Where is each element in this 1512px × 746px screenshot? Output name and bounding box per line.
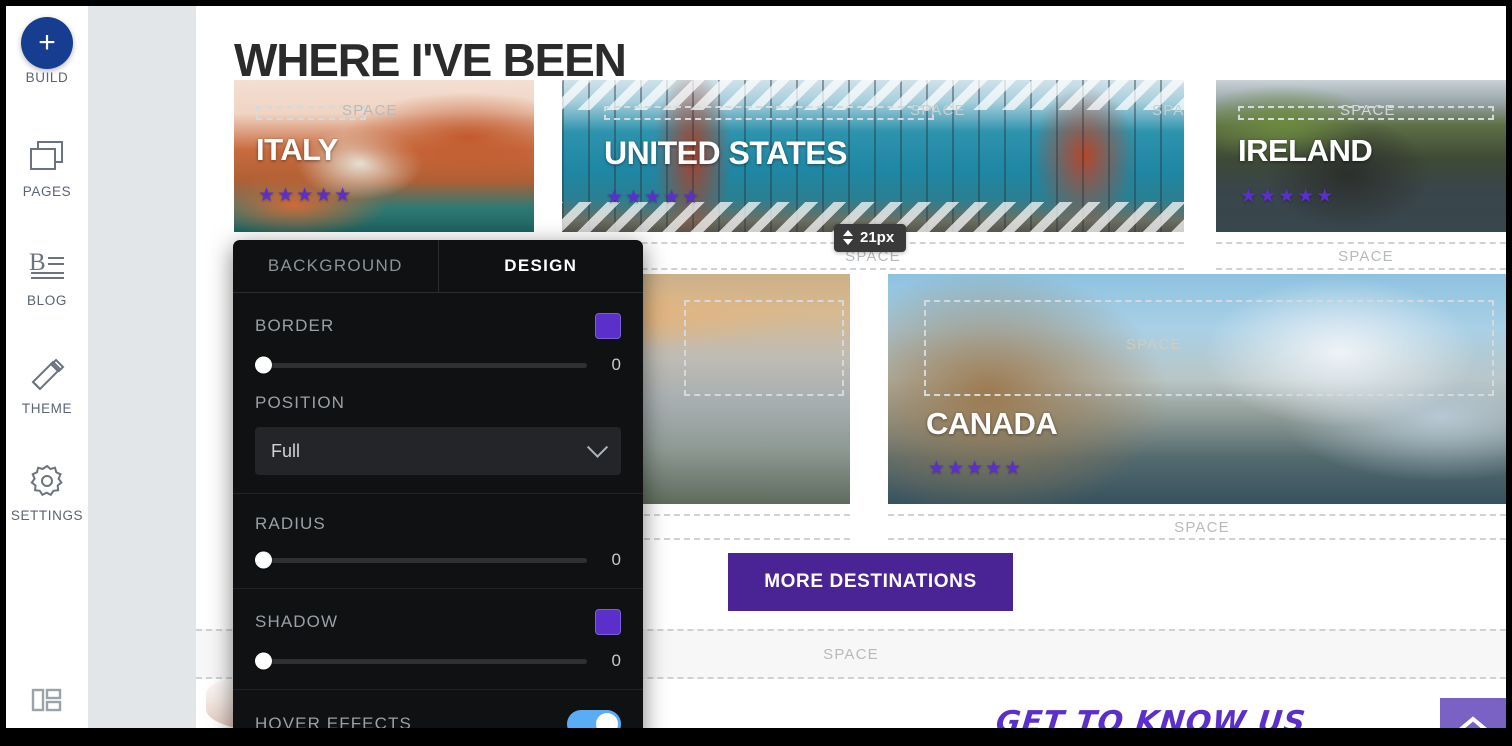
border-value: 0	[611, 355, 621, 374]
page-title: WHERE I'VE BEEN	[234, 33, 627, 86]
card-label-canada: CANADA	[926, 406, 1058, 441]
canvas-gutter	[88, 6, 196, 728]
card-stars-united-states: ★★★★★	[606, 187, 702, 208]
border-label: BORDER	[255, 316, 335, 335]
hover-effects-toggle[interactable]	[567, 710, 621, 728]
space-label: SPACE	[1338, 247, 1394, 265]
space-label: SPACE	[1340, 102, 1396, 119]
chevron-up-icon	[1458, 715, 1488, 728]
shadow-slider[interactable]: 0	[255, 651, 621, 671]
more-destinations-button[interactable]: MORE DESTINATIONS	[728, 553, 1013, 611]
space-divider: SPACE	[888, 514, 1506, 540]
card-stars-italy: ★★★★★	[258, 185, 354, 206]
card-label-italy: ITALY	[256, 132, 338, 167]
card-stars-canada: ★★★★★	[928, 458, 1024, 479]
shadow-slider-knob[interactable]	[255, 652, 272, 670]
browser-frame: + BUILD PAGES B BLOG THEME SETTINGS WHER…	[0, 0, 1512, 746]
theme-icon	[6, 351, 88, 397]
space-label: SPACE	[1126, 336, 1182, 353]
shadow-slider-track[interactable]	[255, 652, 587, 670]
space-divider: SPACE	[1216, 242, 1506, 270]
shadow-color-swatch[interactable]	[595, 609, 621, 635]
radius-slider[interactable]: 0	[255, 550, 621, 570]
section-border: BORDER 0 POSITION Full	[233, 293, 643, 494]
scroll-to-top-button[interactable]	[1440, 698, 1506, 728]
footer-heading: GET TO KNOW US	[994, 705, 1308, 728]
card-stars-ireland: ★★★★★	[1240, 186, 1336, 207]
tab-background[interactable]: BACKGROUND	[233, 240, 438, 292]
destination-card-ireland[interactable]: IRELAND ★★★★★ SPACE	[1216, 80, 1506, 232]
svg-text:B: B	[29, 249, 46, 276]
position-label: POSITION	[255, 393, 346, 412]
sidebar-item-settings[interactable]: SETTINGS	[6, 458, 88, 523]
panel-tab-bar: BACKGROUND DESIGN	[233, 240, 643, 293]
pages-icon	[6, 134, 88, 180]
sidebar-item-label-theme: THEME	[21, 401, 73, 416]
sidebar-item-theme[interactable]: THEME	[6, 351, 88, 416]
sidebar-item-label-pages: PAGES	[22, 184, 72, 199]
border-slider-track[interactable]	[255, 356, 587, 374]
resize-size-value: 21px	[860, 229, 895, 246]
section-shadow: SHADOW 0	[233, 589, 643, 690]
card-label-ireland: IRELAND	[1238, 133, 1373, 168]
space-label: SPACE	[823, 645, 879, 663]
plus-icon: +	[6, 17, 88, 69]
up-down-arrows-icon	[843, 230, 853, 245]
radius-value: 0	[611, 550, 621, 569]
space-label: SPACE	[342, 102, 398, 119]
card-label-united-states: UNITED STATES	[604, 135, 847, 171]
resize-handle-top[interactable]	[562, 80, 1184, 110]
border-color-swatch[interactable]	[595, 313, 621, 339]
shadow-label: SHADOW	[255, 612, 339, 631]
radius-label: RADIUS	[255, 514, 326, 533]
section-radius: RADIUS 0	[233, 494, 643, 589]
section-hover-effects: HOVER EFFECTS	[233, 690, 643, 728]
destination-card-italy[interactable]: ITALY ★★★★★ SPACE	[234, 80, 534, 232]
blog-icon: B	[6, 243, 88, 289]
sidebar-item-label-build: BUILD	[25, 70, 69, 85]
sidebar-layout-toggle[interactable]	[6, 685, 88, 720]
destination-card-united-states[interactable]: UNITED STATES ★★★★★ SPACE SPACE	[562, 80, 1184, 232]
shadow-value: 0	[611, 651, 621, 670]
hover-effects-label: HOVER EFFECTS	[255, 714, 412, 728]
resize-size-badge: 21px	[834, 224, 907, 252]
position-value: Full	[271, 440, 301, 461]
sidebar-item-label-settings: SETTINGS	[10, 508, 84, 523]
left-sidebar: + BUILD PAGES B BLOG THEME SETTINGS	[6, 6, 88, 728]
radius-slider-knob[interactable]	[255, 551, 272, 569]
position-select[interactable]: Full	[255, 427, 621, 475]
space-label: SPACE	[1152, 102, 1184, 119]
tab-design[interactable]: DESIGN	[437, 240, 644, 292]
app-viewport: + BUILD PAGES B BLOG THEME SETTINGS WHER…	[6, 6, 1506, 728]
sidebar-item-label-blog: BLOG	[27, 293, 67, 308]
destination-card-canada[interactable]: SPACE CANADA ★★★★★	[888, 274, 1506, 504]
sidebar-item-pages[interactable]: PAGES	[6, 134, 88, 199]
chevron-down-icon	[586, 436, 609, 458]
sidebar-item-blog[interactable]: B BLOG	[6, 243, 88, 308]
radius-slider-track[interactable]	[255, 551, 587, 569]
border-slider[interactable]: 0	[255, 355, 621, 375]
sidebar-item-build[interactable]: + BUILD	[6, 17, 88, 85]
gear-icon	[6, 458, 88, 504]
layout-grid-icon	[30, 685, 64, 720]
border-slider-knob[interactable]	[255, 356, 272, 374]
element-design-panel: BACKGROUND DESIGN BORDER 0 POSITION Full	[233, 240, 643, 728]
space-label: SPACE	[910, 102, 966, 119]
space-label: SPACE	[1174, 518, 1230, 536]
